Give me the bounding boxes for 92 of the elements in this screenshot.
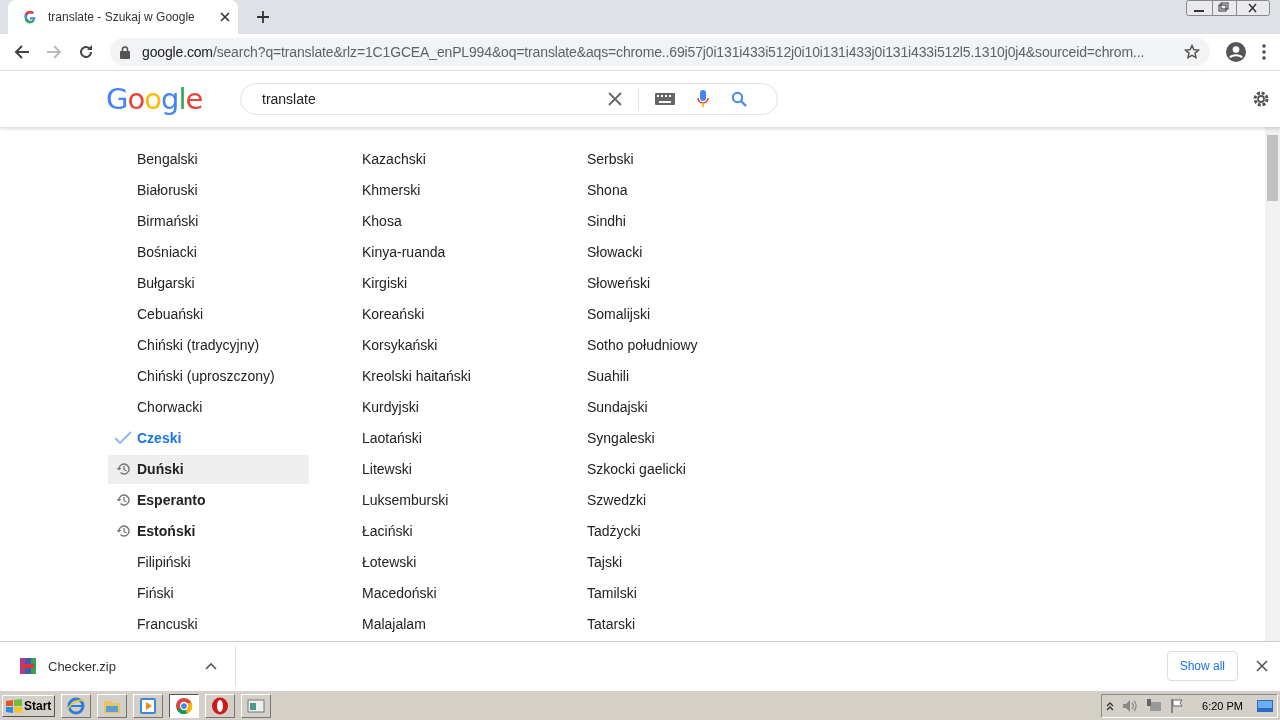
language-option[interactable]: Syngaleski [558,423,759,453]
language-option[interactable]: Sindhi [558,206,759,236]
language-option[interactable]: Birmański [108,206,309,236]
language-option[interactable]: Estoński [108,516,309,546]
language-option[interactable]: Korsykański [333,330,534,360]
language-option[interactable]: Tamilski [558,578,759,608]
g-logo-icon [22,9,38,25]
language-option[interactable]: Bengalski [108,144,309,174]
language-option[interactable]: Francuski [108,609,309,639]
browser-tab[interactable]: translate - Szukaj w Google [8,0,238,34]
language-option[interactable]: Suahili [558,361,759,391]
language-option[interactable]: Duński [108,454,309,484]
keyboard-icon[interactable] [655,93,675,105]
history-icon [115,462,130,477]
search-icon[interactable] [731,91,747,107]
check-icon [113,431,132,446]
url-text: google.com/search?q=translate&rlz=1C1GCEA_enPL994&oq=translate&aqs=chrome..69i57j0i131i433i512j0i10i131i433j0i131i433i512l5.1310j0j4&sourceid=chrom... [142,44,1146,60]
language-option[interactable]: Słowacki [558,237,759,267]
language-option[interactable]: Bułgarski [108,268,309,298]
language-option[interactable]: Malajalam [333,609,534,639]
language-option[interactable]: Shona [558,175,759,205]
browser-icon[interactable] [67,696,86,715]
settings-icon[interactable] [1252,90,1270,108]
language-option[interactable]: Szwedzki [558,485,759,515]
new-tab-icon[interactable] [256,10,270,24]
language-option[interactable]: Kinya-ruanda [333,237,534,267]
account-icon[interactable] [1226,42,1246,62]
show-desktop-icon[interactable] [1257,698,1273,713]
language-option[interactable]: Sundajski [558,392,759,422]
start-button[interactable]: Start [2,694,56,717]
language-option[interactable]: Laotański [333,423,534,453]
language-option[interactable]: Fiński [108,578,309,608]
language-option[interactable]: Łaciński [333,516,534,546]
windows-logo-icon [6,698,22,713]
language-option[interactable]: Macedoński [333,578,534,608]
scrollbar[interactable] [1265,127,1280,641]
language-option[interactable]: Somalijski [558,299,759,329]
language-option[interactable]: Serbski [558,144,759,174]
show-all-button[interactable]: Show all [1166,651,1238,681]
language-option[interactable]: Kazachski [333,144,534,174]
language-option[interactable]: Esperanto [108,485,309,515]
close-icon[interactable] [220,12,230,22]
language-option[interactable]: Słoweński [558,268,759,298]
language-option[interactable]: Sotho południowy [558,330,759,360]
lock-icon [120,45,130,59]
history-icon [115,524,130,539]
language-option[interactable]: Luksemburski [333,485,534,515]
language-option[interactable]: Khosa [333,206,534,236]
language-option[interactable]: Khmerski [333,175,534,205]
address-bar[interactable]: google.com/search?q=translate&rlz=1C1GCEA_enPL994&oq=translate&aqs=chrome..69i57j0i131i433i512j0i10i131i433j0i131i433i512l5.1310j0j4&sourceid=chrom... [110,38,1210,66]
chevron-icon[interactable] [1106,700,1115,711]
network-icon[interactable] [1146,698,1163,713]
window-controls[interactable] [1186,0,1270,16]
scroll-thumb[interactable] [1267,135,1278,201]
language-option[interactable]: Cebuański [108,299,309,329]
microphone-icon[interactable] [697,90,709,108]
media-player-icon[interactable] [139,696,158,715]
flag-icon[interactable] [1170,698,1185,713]
language-option[interactable]: Filipiński [108,547,309,577]
language-option[interactable]: Bośniacki [108,237,309,267]
language-option[interactable]: Chiński (uproszczony) [108,361,309,391]
archive-icon [20,658,36,674]
language-option[interactable]: Szkocki gaelicki [558,454,759,484]
language-option[interactable]: Czeski [108,423,309,453]
language-option[interactable]: Tajski [558,547,759,577]
language-option[interactable]: Litewski [333,454,534,484]
language-option[interactable]: Tatarski [558,609,759,639]
language-option[interactable]: Kreolski haitański [333,361,534,391]
caret-icon [205,662,217,670]
chrome-icon[interactable] [175,696,194,715]
star-icon[interactable] [1184,44,1200,60]
clear-icon[interactable] [608,92,622,106]
download-item[interactable]: Checker.zip [0,646,236,686]
google-logo[interactable]: Google [106,82,240,116]
clock: 6:20 PM [1202,699,1243,712]
language-option[interactable]: Białoruski [108,175,309,205]
language-option[interactable]: Łotewski [333,547,534,577]
language-option[interactable]: Koreański [333,299,534,329]
reload-icon[interactable] [78,44,94,60]
close-icon[interactable] [1256,660,1268,672]
search-field[interactable]: translate [260,90,586,108]
language-option[interactable]: Chorwacki [108,392,309,422]
language-option[interactable]: Kurdyjski [333,392,534,422]
history-icon [115,493,130,508]
window-icon[interactable] [247,696,266,715]
language-option[interactable]: Tadżycki [558,516,759,546]
language-option[interactable]: Chiński (tradycyjny) [108,330,309,360]
opera-icon[interactable] [211,696,230,715]
menu-icon[interactable] [1262,44,1266,60]
tab-title: translate - Szukaj w Google [48,10,196,24]
language-option[interactable]: Kirgiski [333,268,534,298]
back-icon[interactable] [14,44,30,60]
